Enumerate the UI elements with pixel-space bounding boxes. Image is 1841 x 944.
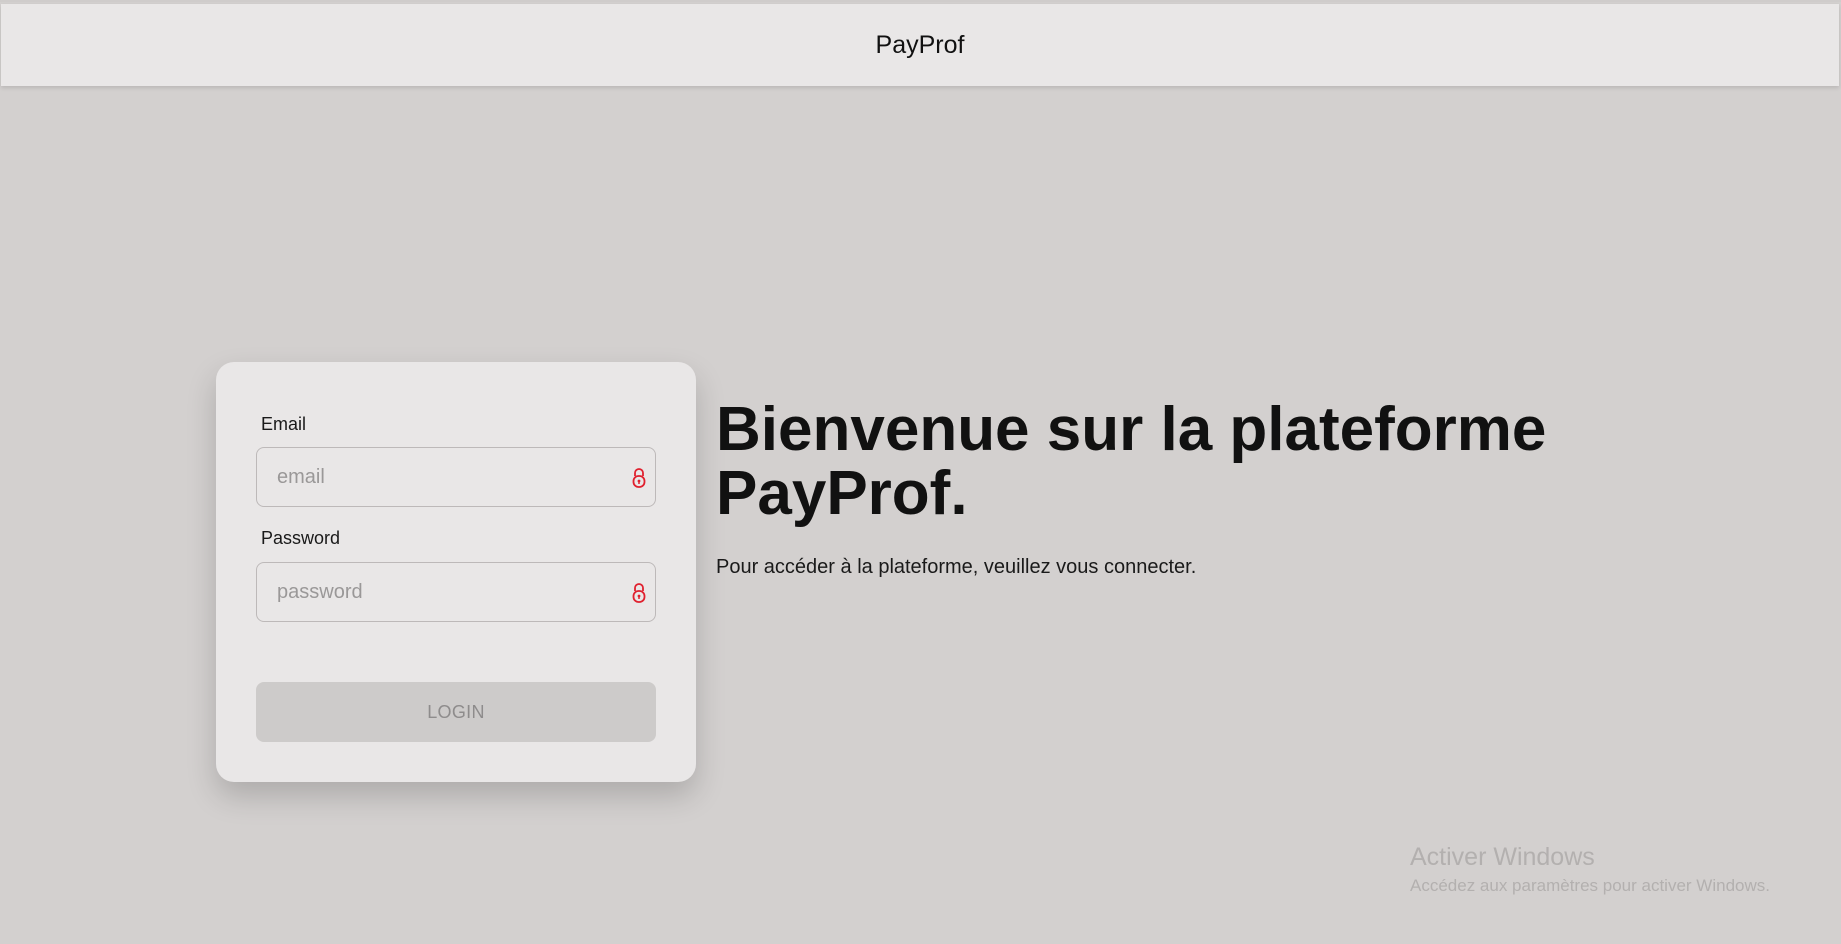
welcome-title: Bienvenue sur la plateforme PayProf. bbox=[716, 395, 1547, 528]
lock-icon bbox=[632, 468, 646, 488]
email-label: Email bbox=[261, 414, 307, 434]
password-label: Password bbox=[261, 528, 341, 548]
email-input[interactable] bbox=[257, 448, 655, 506]
login-card: Email Password LOGIN bbox=[216, 362, 696, 782]
app-title: PayProf bbox=[875, 30, 965, 59]
watermark-title: Activer Windows bbox=[1410, 843, 1595, 871]
login-button[interactable]: LOGIN bbox=[256, 682, 656, 742]
password-field-wrapper bbox=[256, 562, 656, 622]
lock-icon bbox=[632, 583, 646, 603]
email-field-wrapper bbox=[256, 447, 656, 507]
page: PayProf Email Password LOGIN Bienv bbox=[0, 0, 1841, 944]
watermark-subtitle: Accédez aux paramètres pour activer Wind… bbox=[1410, 876, 1770, 895]
welcome-section: Bienvenue sur la plateforme PayProf. Pou… bbox=[716, 398, 1616, 579]
welcome-subtitle: Pour accéder à la plateforme, veuillez v… bbox=[716, 556, 1197, 578]
windows-activation-watermark: Activer Windows Accédez aux paramètres p… bbox=[1410, 842, 1770, 896]
app-header: PayProf bbox=[1, 4, 1839, 86]
password-input[interactable] bbox=[257, 563, 655, 621]
